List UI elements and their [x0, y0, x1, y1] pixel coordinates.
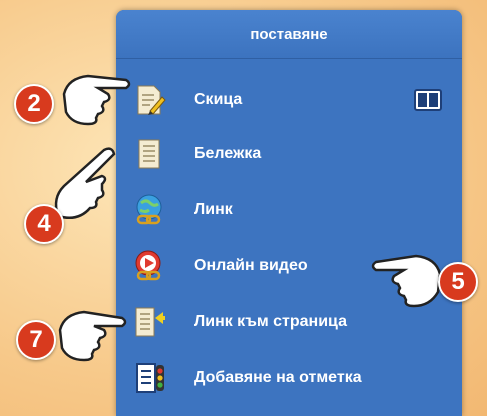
- panel-title: поставяне: [116, 10, 462, 59]
- menu-item-link[interactable]: Линк: [116, 182, 462, 238]
- callout-badge-7: 7: [16, 320, 56, 360]
- menu-item-note[interactable]: Бележка: [116, 126, 462, 182]
- menu-label-bookmark: Добавяне на отметка: [194, 369, 362, 386]
- callout-badge-4: 4: [24, 204, 64, 244]
- menu-label-online-video: Онлайн видео: [194, 257, 308, 274]
- menu-label-note: Бележка: [194, 145, 262, 162]
- sketch-icon: [137, 85, 166, 115]
- note-icon: [138, 139, 160, 169]
- callout-badge-2: 2: [14, 84, 54, 124]
- bookmark-icon: [136, 363, 164, 393]
- menu-label-link: Линк: [194, 201, 233, 218]
- view-toggle-icon[interactable]: [414, 89, 442, 111]
- menu-label-sketch: Скица: [194, 91, 243, 108]
- menu-item-sketch[interactable]: Скица: [116, 72, 462, 128]
- pointing-hand-icon: [62, 74, 131, 126]
- menu-label-page-link: Линк към страница: [194, 313, 347, 330]
- callout-badge-5: 5: [438, 262, 478, 302]
- insert-panel: поставяне Скица Бележка Линк Онлайн виде…: [116, 10, 462, 416]
- pointing-hand-icon: [371, 254, 442, 308]
- link-icon: [136, 194, 162, 225]
- menu-item-bookmark[interactable]: Добавяне на отметка: [116, 350, 462, 406]
- pointing-hand-icon: [58, 310, 127, 362]
- online-video-icon: [135, 250, 161, 281]
- page-link-icon: [135, 307, 165, 337]
